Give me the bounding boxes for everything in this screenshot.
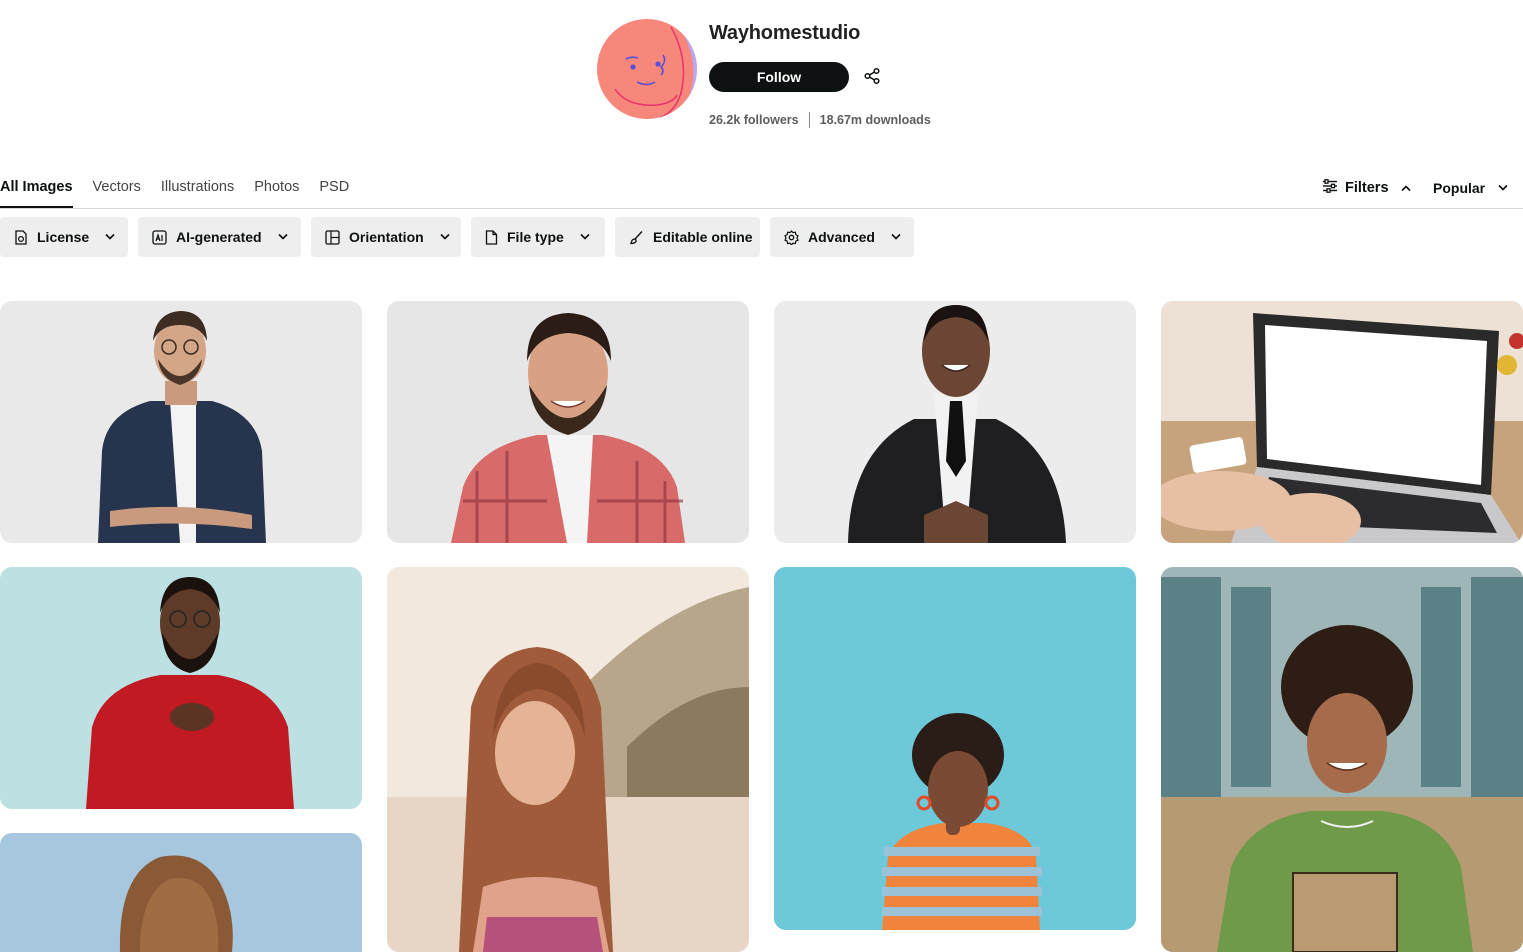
tab-psd[interactable]: PSD: [319, 170, 349, 208]
man-in-red-sweater-photo[interactable]: [0, 567, 362, 809]
content-type-tabs: All Images Vectors Illustrations Photos …: [0, 170, 349, 208]
chevron-down-icon: [277, 233, 289, 241]
license-filter-chip[interactable]: License: [0, 217, 128, 257]
chevron-down-icon: [1497, 184, 1509, 192]
sort-select[interactable]: Popular: [1433, 178, 1509, 198]
chevron-down-icon: [104, 233, 116, 241]
orientation-filter-chip[interactable]: Orientation: [311, 217, 461, 257]
downloads-count: 18.67m downloads: [819, 113, 931, 127]
file-type-filter-label: File type: [507, 229, 564, 245]
share-icon: [863, 67, 881, 88]
file-icon: [485, 229, 498, 245]
advanced-filter-label: Advanced: [808, 229, 875, 245]
ai-generated-icon: [152, 229, 167, 245]
share-button[interactable]: [860, 65, 884, 89]
followers-count: 26.2k followers: [709, 113, 799, 127]
stats-divider: [808, 112, 810, 128]
author-stats: 26.2k followers 18.67m downloads: [709, 112, 931, 128]
license-filter-label: License: [37, 229, 90, 245]
tab-all-images[interactable]: All Images: [0, 170, 73, 208]
filters-toggle-button[interactable]: Filters: [1322, 178, 1412, 198]
orientation-icon: [325, 229, 340, 245]
follow-button[interactable]: Follow: [709, 62, 849, 92]
chevron-down-icon: [579, 233, 591, 241]
chevron-up-icon: [1400, 184, 1412, 192]
ai-generated-filter-label: AI-generated: [176, 229, 262, 245]
gear-icon: [784, 229, 799, 245]
woman-green-sweater-with-notebook-photo[interactable]: [1161, 567, 1523, 952]
tab-photos[interactable]: Photos: [254, 170, 299, 208]
chevron-down-icon: [439, 233, 451, 241]
author-avatar[interactable]: [597, 19, 697, 119]
chevron-down-icon: [890, 233, 902, 241]
editable-online-filter-label: Editable online: [653, 229, 753, 245]
author-name: Wayhomestudio: [709, 22, 861, 44]
girl-on-beach-photo[interactable]: [387, 567, 749, 952]
ai-generated-filter-chip[interactable]: AI-generated: [138, 217, 301, 257]
thoughtful-woman-striped-top-photo[interactable]: [774, 567, 1136, 930]
advanced-filter-chip[interactable]: Advanced: [770, 217, 914, 257]
sliders-icon: [1322, 179, 1338, 197]
tab-vectors[interactable]: Vectors: [93, 170, 141, 208]
tab-illustrations[interactable]: Illustrations: [161, 170, 234, 208]
woman-long-hair-sky-photo[interactable]: [0, 833, 362, 952]
businessman-in-suit-photo[interactable]: [774, 301, 1136, 543]
license-icon: [14, 229, 28, 245]
filters-label: Filters: [1345, 180, 1389, 196]
sort-label: Popular: [1433, 180, 1486, 196]
orientation-filter-label: Orientation: [349, 229, 424, 245]
man-in-glasses-navy-shirt-photo[interactable]: [0, 301, 362, 543]
brush-icon: [629, 230, 644, 245]
laptop-blank-screen-photo[interactable]: [1161, 301, 1523, 543]
bearded-man-plaid-shirt-photo[interactable]: [387, 301, 749, 543]
file-type-filter-chip[interactable]: File type: [471, 217, 605, 257]
editable-online-filter-chip[interactable]: Editable online: [615, 217, 760, 257]
tabs-divider: [0, 208, 1523, 209]
